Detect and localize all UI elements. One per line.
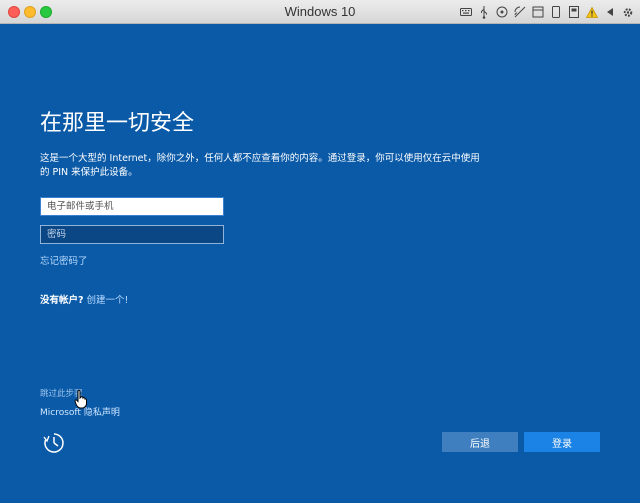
hand-cursor-icon (74, 389, 87, 409)
page-title: 在那里一切安全 (40, 111, 195, 136)
back-arrow-icon[interactable] (604, 5, 616, 19)
usb-icon[interactable] (478, 5, 490, 19)
back-button[interactable]: 后退 (442, 432, 518, 452)
description-text: 这是一个大型的 Internet，除你之外，任何人都不应查看你的内容。通过登录，… (40, 153, 480, 178)
ease-of-access-icon[interactable] (42, 431, 66, 455)
email-field[interactable] (40, 197, 224, 216)
keyboard-icon[interactable] (460, 5, 472, 19)
storage-icon[interactable] (568, 5, 580, 19)
vm-status-icons (460, 4, 634, 20)
warning-icon[interactable] (586, 5, 598, 19)
shared-folder-icon[interactable] (532, 5, 544, 19)
network-icon[interactable] (514, 5, 526, 19)
disc-icon[interactable] (496, 5, 508, 19)
forgot-password-link[interactable]: 忘记密码了 (40, 253, 88, 267)
no-account-label: 没有帐户? (40, 295, 84, 306)
create-account-link[interactable]: 创建一个! (87, 295, 129, 306)
mobile-icon[interactable] (550, 5, 562, 19)
password-field[interactable] (40, 225, 224, 244)
title-bar: Windows 10 (0, 0, 640, 24)
login-button[interactable]: 登录 (524, 432, 600, 452)
no-account-row: 没有帐户? 创建一个! (40, 292, 128, 306)
vm-window: Windows 10 在那里一切安全 这是一个大型的 Internet，除你之外… (0, 0, 640, 503)
gear-icon[interactable] (622, 5, 634, 19)
